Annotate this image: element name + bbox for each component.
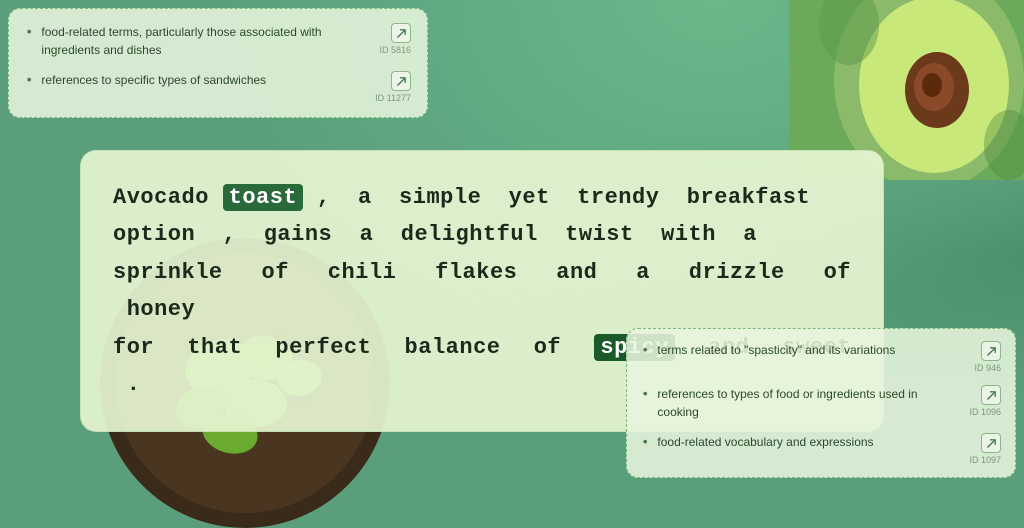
external-link-button[interactable] (981, 341, 1001, 361)
top-left-panel: • food-related terms, particularly those… (8, 8, 428, 118)
item-id: ID 946 (974, 363, 1001, 373)
bullet-icon: • (641, 343, 649, 359)
panel-item: • references to types of food or ingredi… (641, 385, 1001, 421)
external-link-button[interactable] (391, 71, 411, 91)
panel-item-text: food-related vocabulary and expressions (657, 433, 873, 451)
external-link-button[interactable] (981, 433, 1001, 453)
panel-item-actions: ID 1097 (969, 433, 1001, 465)
panel-item: • terms related to "spasticity" and its … (641, 341, 1001, 373)
panel-item: • references to specific types of sandwi… (25, 71, 411, 103)
panel-item-actions: ID 946 (974, 341, 1001, 373)
panel-item-content: • references to types of food or ingredi… (641, 385, 961, 421)
highlight-toast: toast (223, 184, 304, 211)
panel-item-content: • references to specific types of sandwi… (25, 71, 367, 89)
panel-item: • food-related terms, particularly those… (25, 23, 411, 59)
item-id: ID 5816 (379, 45, 411, 55)
panel-item-text: terms related to "spasticity" and its va… (657, 341, 895, 359)
external-link-button[interactable] (391, 23, 411, 43)
item-id: ID 1097 (969, 455, 1001, 465)
panel-item-content: • food-related terms, particularly those… (25, 23, 371, 59)
panel-item-text: references to specific types of sandwich… (41, 71, 266, 89)
bullet-icon: • (641, 387, 649, 403)
item-id: ID 11277 (375, 93, 411, 103)
external-link-button[interactable] (981, 385, 1001, 405)
panel-item: • food-related vocabulary and expression… (641, 433, 1001, 465)
bullet-icon: • (641, 435, 649, 451)
panel-item-actions: ID 1096 (969, 385, 1001, 417)
bullet-icon: • (25, 73, 33, 89)
panel-item-actions: ID 11277 (375, 71, 411, 103)
panel-item-text: references to types of food or ingredien… (657, 385, 961, 421)
panel-item-text: food-related terms, particularly those a… (41, 23, 371, 59)
bullet-icon: • (25, 25, 33, 41)
panel-item-actions: ID 5816 (379, 23, 411, 55)
panel-item-content: • terms related to "spasticity" and its … (641, 341, 966, 359)
panel-item-content: • food-related vocabulary and expression… (641, 433, 961, 451)
item-id: ID 1096 (969, 407, 1001, 417)
bottom-right-panel: • terms related to "spasticity" and its … (626, 328, 1016, 478)
